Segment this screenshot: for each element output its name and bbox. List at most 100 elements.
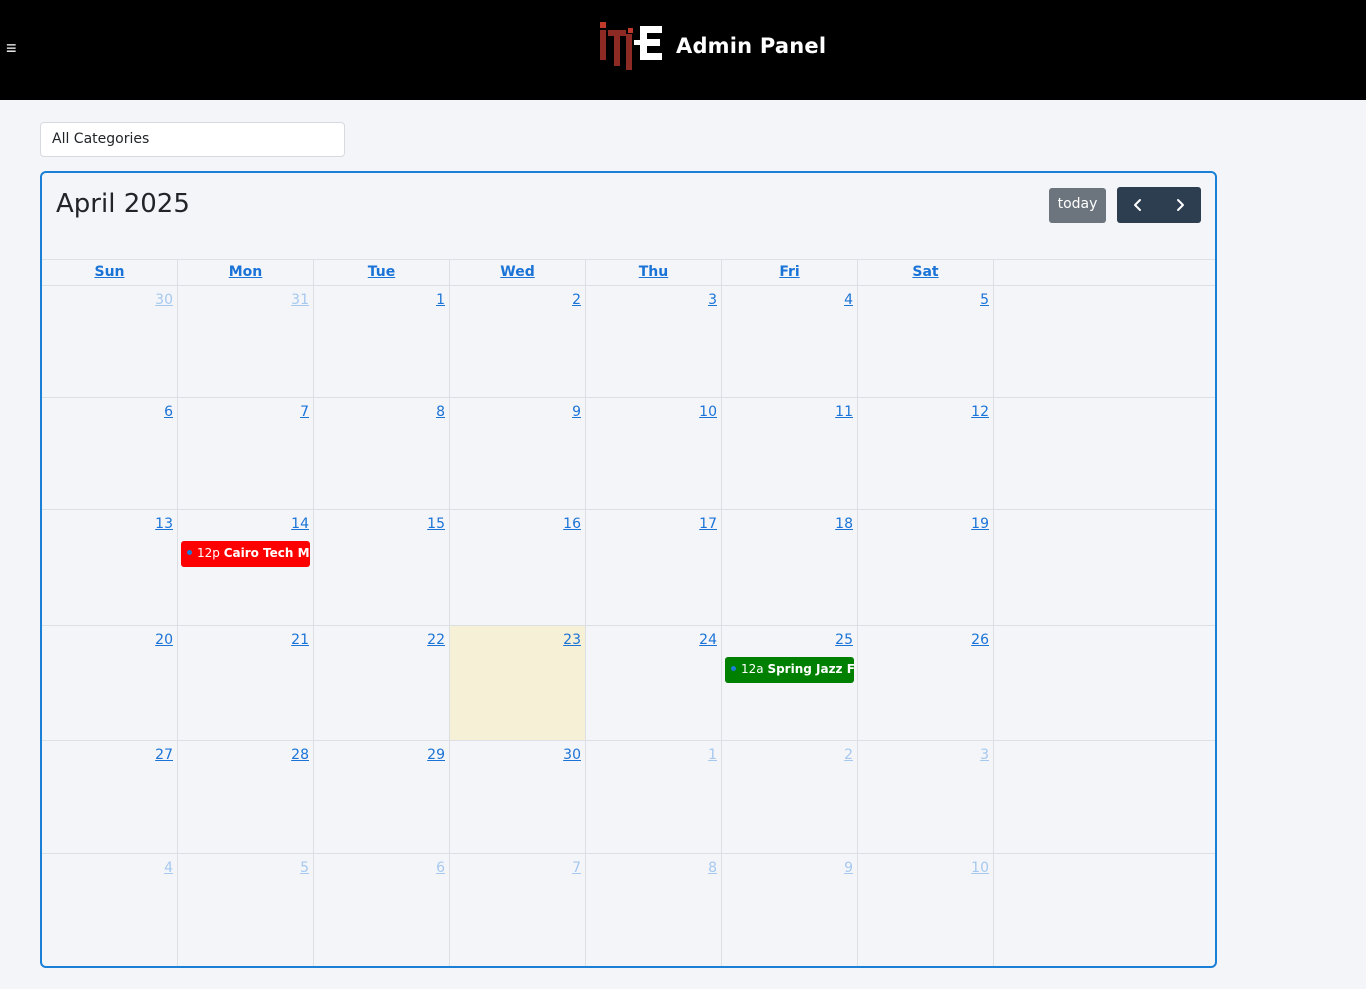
day-number-link[interactable]: 1 (708, 747, 717, 763)
day-cell[interactable]: 11 (722, 398, 858, 509)
day-cell[interactable]: 1 (586, 741, 722, 853)
day-number-link[interactable]: 14 (291, 516, 309, 532)
day-number-link[interactable]: 15 (427, 516, 445, 532)
day-number-link[interactable]: 30 (155, 292, 173, 308)
day-number-link[interactable]: 9 (572, 404, 581, 420)
calendar-event[interactable]: 12p Cairo Tech Meetup (181, 541, 310, 567)
day-number-link[interactable]: 4 (164, 860, 173, 876)
day-number-link[interactable]: 22 (427, 632, 445, 648)
day-cell[interactable]: 4 (42, 854, 178, 966)
day-cell[interactable]: 24 (586, 626, 722, 740)
day-number-link[interactable]: 19 (971, 516, 989, 532)
day-number-link[interactable]: 27 (155, 747, 173, 763)
day-cell[interactable]: 1 (314, 286, 450, 397)
day-number-link[interactable]: 18 (835, 516, 853, 532)
day-cell[interactable]: 7 (450, 854, 586, 966)
today-button[interactable]: today (1049, 188, 1106, 223)
day-number-link[interactable]: 6 (436, 860, 445, 876)
day-cell[interactable]: 19 (858, 510, 994, 625)
day-cell[interactable]: 18 (722, 510, 858, 625)
day-number-link[interactable]: 20 (155, 632, 173, 648)
day-number-link[interactable]: 7 (300, 404, 309, 420)
day-cell[interactable]: 7 (178, 398, 314, 509)
day-cell[interactable]: 22 (314, 626, 450, 740)
day-number-link[interactable]: 31 (291, 292, 309, 308)
day-cell[interactable]: 30 (450, 741, 586, 853)
category-filter-select[interactable]: All Categories (40, 122, 345, 157)
day-cell[interactable]: 25 12a Spring Jazz Festival (722, 626, 858, 740)
day-cell[interactable]: 2 (722, 741, 858, 853)
day-cell[interactable]: 3 (858, 741, 994, 853)
day-number-link[interactable]: 26 (971, 632, 989, 648)
day-number-link[interactable]: 21 (291, 632, 309, 648)
day-number-link[interactable]: 3 (708, 292, 717, 308)
day-number-link[interactable]: 28 (291, 747, 309, 763)
weekday-link[interactable]: Thu (639, 264, 668, 280)
prev-month-button[interactable] (1117, 187, 1159, 223)
day-number-link[interactable]: 25 (835, 632, 853, 648)
day-cell[interactable]: 10 (858, 854, 994, 966)
day-cell[interactable]: 30 (42, 286, 178, 397)
day-cell[interactable]: 8 (586, 854, 722, 966)
day-number-link[interactable]: 8 (436, 404, 445, 420)
day-number-link[interactable]: 29 (427, 747, 445, 763)
day-cell[interactable]: 29 (314, 741, 450, 853)
day-number-link[interactable]: 5 (300, 860, 309, 876)
day-number-link[interactable]: 11 (835, 404, 853, 420)
day-number-link[interactable]: 5 (980, 292, 989, 308)
day-number-link[interactable]: 6 (164, 404, 173, 420)
day-cell[interactable]: 6 (42, 398, 178, 509)
day-cell[interactable]: 2 (450, 286, 586, 397)
day-number-link[interactable]: 24 (699, 632, 717, 648)
day-number-link[interactable]: 10 (699, 404, 717, 420)
weekday-header[interactable]: Tue (314, 260, 450, 285)
day-cell[interactable]: 8 (314, 398, 450, 509)
day-number-link[interactable]: 10 (971, 860, 989, 876)
day-cell[interactable]: 28 (178, 741, 314, 853)
weekday-header[interactable]: Fri (722, 260, 858, 285)
weekday-header[interactable]: Thu (586, 260, 722, 285)
day-number-link[interactable]: 7 (572, 860, 581, 876)
weekday-link[interactable]: Sat (912, 264, 938, 280)
weekday-link[interactable]: Mon (229, 264, 263, 280)
day-cell[interactable]: 4 (722, 286, 858, 397)
day-cell[interactable]: 14 12p Cairo Tech Meetup (178, 510, 314, 625)
day-cell[interactable]: 12 (858, 398, 994, 509)
weekday-header[interactable]: Wed (450, 260, 586, 285)
weekday-header[interactable]: Sat (858, 260, 994, 285)
day-cell[interactable]: 31 (178, 286, 314, 397)
hamburger-menu-icon[interactable]: ≡ (6, 37, 22, 59)
weekday-link[interactable]: Sun (94, 264, 124, 280)
day-number-link[interactable]: 16 (563, 516, 581, 532)
weekday-link[interactable]: Fri (779, 264, 799, 280)
day-cell[interactable]: 5 (178, 854, 314, 966)
day-number-link[interactable]: 30 (563, 747, 581, 763)
weekday-link[interactable]: Tue (368, 264, 395, 280)
weekday-header[interactable]: Mon (178, 260, 314, 285)
day-number-link[interactable]: 2 (844, 747, 853, 763)
day-number-link[interactable]: 1 (436, 292, 445, 308)
day-cell[interactable]: 20 (42, 626, 178, 740)
day-number-link[interactable]: 9 (844, 860, 853, 876)
day-cell[interactable]: 15 (314, 510, 450, 625)
day-cell[interactable]: 17 (586, 510, 722, 625)
day-cell[interactable]: 21 (178, 626, 314, 740)
day-cell[interactable]: 5 (858, 286, 994, 397)
day-number-link[interactable]: 12 (971, 404, 989, 420)
day-cell[interactable]: 10 (586, 398, 722, 509)
weekday-header[interactable]: Sun (42, 260, 178, 285)
day-cell[interactable]: 3 (586, 286, 722, 397)
day-cell[interactable]: 9 (450, 398, 586, 509)
day-number-link[interactable]: 8 (708, 860, 717, 876)
calendar-event[interactable]: 12a Spring Jazz Festival (725, 657, 854, 683)
day-number-link[interactable]: 17 (699, 516, 717, 532)
day-cell[interactable]: 6 (314, 854, 450, 966)
day-cell[interactable]: 16 (450, 510, 586, 625)
day-number-link[interactable]: 13 (155, 516, 173, 532)
day-number-link[interactable]: 3 (980, 747, 989, 763)
day-cell[interactable]: 9 (722, 854, 858, 966)
day-number-link[interactable]: 23 (563, 632, 581, 648)
brand[interactable]: Admin Panel (598, 20, 826, 72)
next-month-button[interactable] (1159, 187, 1201, 223)
day-cell[interactable]: 13 (42, 510, 178, 625)
